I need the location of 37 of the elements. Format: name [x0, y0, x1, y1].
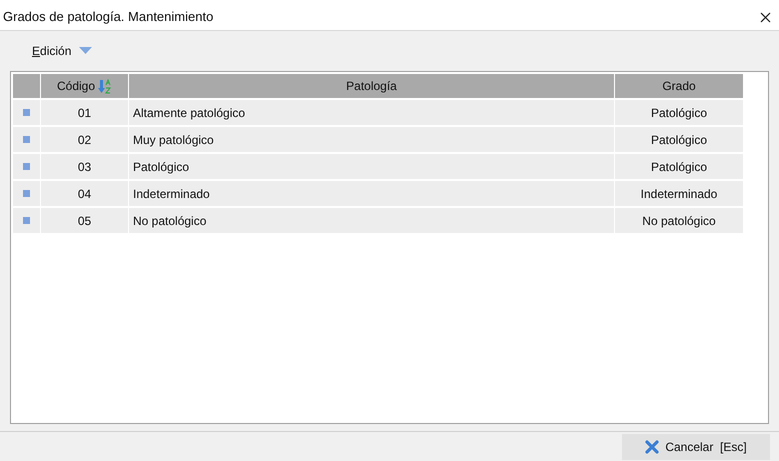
table-cell: 04 — [41, 181, 128, 206]
close-icon — [645, 440, 660, 454]
column-header-label: Código — [56, 78, 96, 95]
row-selector[interactable] — [13, 100, 40, 125]
table-cell: Patológico — [615, 154, 743, 179]
table-cell: 02 — [41, 127, 128, 152]
table-cell: 01 — [41, 100, 128, 125]
header-corner — [13, 74, 40, 98]
table-cell: Patológico — [615, 100, 743, 125]
window-title: Grados de patología. Mantenimiento — [3, 8, 214, 26]
table-cell: 03 — [41, 154, 128, 179]
row-marker-icon — [23, 136, 30, 143]
table-cell: Patológico — [615, 127, 743, 152]
column-header[interactable]: Grado — [615, 74, 743, 98]
row-marker-icon — [23, 217, 30, 224]
cancel-button[interactable]: Cancelar [Esc] — [622, 434, 770, 460]
row-selector[interactable] — [13, 181, 40, 206]
row-selector[interactable] — [13, 208, 40, 233]
row-selector[interactable] — [13, 127, 40, 152]
table-cell: 05 — [41, 208, 128, 233]
row-selector[interactable] — [13, 154, 40, 179]
table-cell: Indeterminado — [615, 181, 743, 206]
row-marker-icon — [23, 163, 30, 170]
table-cell: Indeterminado — [129, 181, 614, 206]
table-cell: No patológico — [615, 208, 743, 233]
table-cell: No patológico — [129, 208, 614, 233]
table-cell: Altamente patológico — [129, 100, 614, 125]
column-header[interactable]: Patología — [129, 74, 614, 98]
table-cell: Muy patológico — [129, 127, 614, 152]
close-icon[interactable] — [760, 12, 771, 22]
sort-icon — [98, 78, 112, 94]
column-header[interactable]: Código — [41, 74, 128, 98]
row-marker-icon — [23, 109, 30, 116]
edit-menu[interactable]: Edición — [32, 42, 92, 60]
row-marker-icon — [23, 190, 30, 197]
dropdown-icon — [79, 47, 92, 55]
table-cell: Patológico — [129, 154, 614, 179]
